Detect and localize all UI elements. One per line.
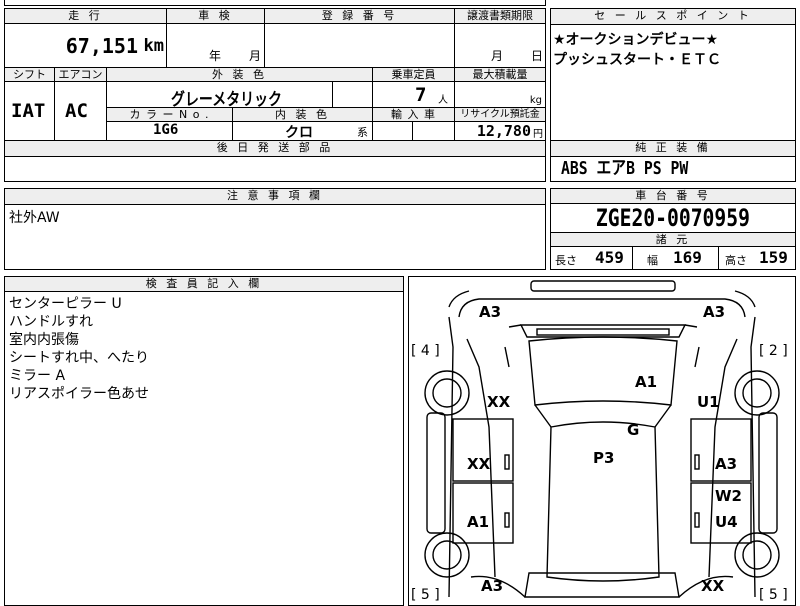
inspection-month: 月 <box>249 49 262 63</box>
exterior-color-label: 外 装 色 <box>107 68 373 82</box>
specs-label: 諸 元 <box>551 233 795 247</box>
sales-point-label: セ ー ル ス ポ イ ン ト <box>551 9 795 25</box>
inspector-line-3: 室内内張傷 <box>9 332 79 348</box>
inspector-line-5: ミラー A <box>9 368 66 384</box>
label-door-front-right: U1 <box>697 393 720 411</box>
label-roof-front: A1 <box>635 373 657 391</box>
later-parts-label: 後 日 発 送 部 品 <box>5 141 545 157</box>
chassis-value: ZGE20-0070959 <box>595 204 751 232</box>
label-door-rear-right: U4 <box>715 513 738 531</box>
spec-height: 高さ 159 <box>719 247 795 269</box>
spec-width-label: 幅 <box>647 254 658 267</box>
label-door-rear-left: A1 <box>467 513 489 531</box>
recycle-cell: 12,780 円 <box>455 122 545 140</box>
chassis-box: 車 台 番 号 ZGE20-0070959 諸 元 長さ 459 幅 169 高… <box>550 188 796 270</box>
capacity-unit: 人 <box>438 95 448 106</box>
vehicle-info-table: 走 行 車 検 登 録 番 号 譲渡書類期限 67,151 km 年 月 月 日… <box>4 8 546 141</box>
label-bottom-left: A3 <box>481 577 503 595</box>
top-strip <box>4 0 546 6</box>
interior-color-cell: クロ 系 <box>233 122 373 141</box>
label-roof-main: P3 <box>593 449 614 467</box>
color-no-label: カ ラ ー N o . <box>107 108 233 122</box>
spec-height-value: 159 <box>759 248 788 267</box>
recycle-value: 12,780 <box>476 122 531 140</box>
odometer-value: 67,151 <box>65 34 138 58</box>
label-bottom-right: XX <box>701 577 725 595</box>
inspector-line-2: ハンドルすれ <box>9 314 93 330</box>
sales-point-line-2: プッシュスタート・ＥＴＣ <box>553 52 721 68</box>
exterior-color-value-cell: グレーメタリック <box>107 82 333 110</box>
registration-label: 登 録 番 号 <box>265 9 455 24</box>
label-door-front-left: XX <box>487 393 511 411</box>
tire-label-front-right: [ 2 ] <box>759 343 788 359</box>
odometer-label: 走 行 <box>5 9 167 24</box>
aircon-value: AC <box>65 100 88 122</box>
inspector-line-6: リアスポイラー色あせ <box>9 386 149 402</box>
aircon-value-cell: AC <box>55 82 107 140</box>
inspection-year: 年 <box>209 49 222 63</box>
inspector-label: 検 査 員 記 入 欄 <box>5 277 403 292</box>
damage-diagram-box: A3 A3 XX U1 A1 G P3 XX A3 W2 A1 U4 A3 XX… <box>408 276 796 606</box>
transfer-month: 月 <box>491 49 504 63</box>
transfer-deadline-cell: 月 日 <box>455 24 545 67</box>
shift-value: IAT <box>11 100 46 122</box>
spec-length-value: 459 <box>595 248 624 267</box>
label-top-right: A3 <box>703 303 725 321</box>
inspection-value-cell: 年 月 <box>167 24 265 67</box>
sales-point-line-1: ★オークションデビュー★ <box>553 32 719 48</box>
recycle-label: リサイクル預託金 <box>455 108 545 122</box>
transfer-deadline-label: 譲渡書類期限 <box>455 9 545 24</box>
tire-label-rear-right: [ 5 ] <box>759 587 788 603</box>
chassis-value-cell: ZGE20-0070959 <box>551 204 795 233</box>
label-top-left: A3 <box>479 303 501 321</box>
equipment-label: 純 正 装 備 <box>551 141 795 157</box>
transfer-day: 日 <box>531 49 544 63</box>
spec-length-label: 長さ <box>555 254 577 267</box>
spec-width-value: 169 <box>673 248 702 267</box>
registration-value-cell <box>265 24 455 67</box>
odometer-value-cell: 67,151 km <box>5 24 167 67</box>
sales-point-box: セ ー ル ス ポ イ ン ト ★オークションデビュー★ プッシュスタート・ＥＴ… <box>550 8 796 142</box>
interior-color-value: クロ <box>285 125 313 141</box>
inspector-line-4: シートすれ中、へたり <box>9 350 149 366</box>
shift-label: シフト <box>5 68 55 82</box>
label-door-mid-left: XX <box>467 455 491 473</box>
recycle-unit: 円 <box>533 129 543 140</box>
label-roof-mid: G <box>627 421 639 439</box>
inspector-line-1: センターピラー U <box>9 296 122 312</box>
equipment-value: ABS エアB PS PW <box>561 158 689 179</box>
import-label: 輸 入 車 <box>373 108 455 122</box>
max-load-cell: kg <box>455 82 545 108</box>
spec-height-label: 高さ <box>725 254 747 267</box>
inspection-label: 車 検 <box>167 9 265 24</box>
max-load-label: 最大積載量 <box>455 68 545 82</box>
tire-label-front-left: [ 4 ] <box>411 343 440 359</box>
shift-value-cell: IAT <box>5 82 55 140</box>
car-diagram: A3 A3 XX U1 A1 G P3 XX A3 W2 A1 U4 A3 XX… <box>411 280 788 603</box>
odometer-unit: km <box>143 36 164 56</box>
label-door-rear-right-upper: W2 <box>715 487 742 505</box>
chassis-label: 車 台 番 号 <box>551 189 795 204</box>
color-no-value: 1G6 <box>153 122 179 138</box>
tire-label-rear-left: [ 5 ] <box>411 587 440 603</box>
inspector-box: 検 査 員 記 入 欄 センターピラー U ハンドルすれ 室内内張傷 シートすれ… <box>4 276 404 606</box>
max-load-unit: kg <box>529 95 542 106</box>
interior-color-label: 内 装 色 <box>233 108 373 122</box>
equipment-box: 純 正 装 備 ABS エアB PS PW <box>550 140 796 182</box>
aircon-label: エアコン <box>55 68 107 82</box>
equipment-value-cell: ABS エアB PS PW <box>561 158 716 180</box>
capacity-value-cell: 7 人 <box>373 82 455 108</box>
spec-length: 長さ 459 <box>551 247 633 269</box>
interior-color-suffix: 系 <box>357 126 368 139</box>
color-no-cell: 1G6 <box>107 122 233 140</box>
spec-width: 幅 169 <box>633 247 719 269</box>
capacity-label: 乗車定員 <box>373 68 455 82</box>
label-door-mid-right: A3 <box>715 455 737 473</box>
notes-label: 注 意 事 項 欄 <box>5 189 545 205</box>
notes-box: 注 意 事 項 欄 社外AW <box>4 188 546 270</box>
later-parts-box: 後 日 発 送 部 品 <box>4 140 546 182</box>
exterior-color-value: グレーメタリック <box>171 90 282 110</box>
notes-text: 社外AW <box>9 210 60 226</box>
capacity-value: 7 <box>415 84 427 106</box>
